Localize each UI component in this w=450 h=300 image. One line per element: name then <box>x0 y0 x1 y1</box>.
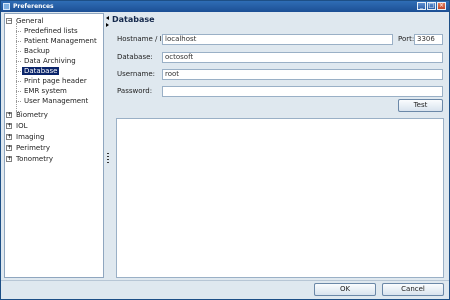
tree-item-label: IOL <box>16 122 28 130</box>
preferences-window: Preferences _ □ × − General Predefined l… <box>0 0 450 300</box>
window-title: Preferences <box>13 3 54 10</box>
tree-item-data-archiving[interactable]: Data Archiving <box>22 56 78 66</box>
database-field[interactable]: octosoft <box>162 52 443 63</box>
tree-item-biometry[interactable]: + Biometry <box>5 110 50 120</box>
collapse-icon[interactable]: − <box>6 18 12 24</box>
tree-item-label: Data Archiving <box>24 57 76 65</box>
tree-item-label: EMR system <box>24 87 67 95</box>
tree-connector <box>16 71 21 72</box>
test-output-area <box>116 118 444 278</box>
tree-item-imaging[interactable]: + Imaging <box>5 132 46 142</box>
maximize-button[interactable]: □ <box>427 2 436 10</box>
expand-icon[interactable]: + <box>6 123 12 129</box>
expand-right-icon[interactable] <box>106 23 109 27</box>
tree-item-print-page-header[interactable]: Print page header <box>22 76 89 86</box>
tree-item-label: Tonometry <box>16 155 53 163</box>
collapse-left-icon[interactable] <box>106 16 109 20</box>
tree-item-label: Predefined lists <box>24 27 78 35</box>
tree-connector <box>16 51 21 52</box>
tree-item-backup[interactable]: Backup <box>22 46 52 56</box>
database-label: Database: <box>117 53 153 61</box>
tree-item-tonometry[interactable]: + Tonometry <box>5 154 55 164</box>
tree-item-database[interactable]: Database <box>22 66 60 76</box>
app-icon <box>3 3 10 10</box>
hostname-field[interactable]: localhost <box>162 34 393 45</box>
tree-item-label: User Management <box>24 97 89 105</box>
splitter-grip-icon[interactable] <box>107 153 109 163</box>
username-field[interactable]: root <box>162 69 443 80</box>
tree-item-general[interactable]: − General <box>5 16 46 26</box>
tree-item-label: Biometry <box>16 111 48 119</box>
cancel-button[interactable]: Cancel <box>382 283 444 296</box>
panel-splitter[interactable] <box>105 13 111 278</box>
tree-item-user-management[interactable]: User Management <box>22 96 90 106</box>
tree-connector <box>16 41 21 42</box>
port-field[interactable]: 3306 <box>414 34 443 45</box>
preferences-tree: − General Predefined lists Patient Manag… <box>4 13 104 278</box>
port-label: Port: <box>398 35 415 43</box>
test-button[interactable]: Test <box>398 99 443 112</box>
footer-divider <box>1 280 449 281</box>
tree-connector <box>16 81 21 82</box>
tree-item-label: General <box>16 17 44 25</box>
tree-item-perimetry[interactable]: + Perimetry <box>5 143 52 153</box>
tree-item-iol[interactable]: + IOL <box>5 121 29 131</box>
title-bar[interactable]: Preferences _ □ × <box>1 1 449 12</box>
tree-item-patient-management[interactable]: Patient Management <box>22 36 99 46</box>
tree-connector <box>16 31 21 32</box>
page-title: Database <box>112 15 155 24</box>
tree-item-label: Database <box>22 67 60 75</box>
expand-icon[interactable]: + <box>6 134 12 140</box>
expand-icon[interactable]: + <box>6 145 12 151</box>
hostname-label: Hostname / IP: <box>117 35 169 43</box>
password-label: Password: <box>117 87 153 95</box>
tree-item-label: Print page header <box>24 77 87 85</box>
tree-item-emr-system[interactable]: EMR system <box>22 86 69 96</box>
tree-item-label: Patient Management <box>24 37 97 45</box>
minimize-button[interactable]: _ <box>417 2 426 10</box>
tree-item-predefined-lists[interactable]: Predefined lists <box>22 26 80 36</box>
expand-icon[interactable]: + <box>6 112 12 118</box>
username-label: Username: <box>117 70 156 78</box>
close-button[interactable]: × <box>437 2 446 10</box>
tree-item-label: Imaging <box>16 133 45 141</box>
tree-item-label: Perimetry <box>16 144 50 152</box>
tree-connector <box>16 101 21 102</box>
tree-connector <box>16 23 17 111</box>
expand-icon[interactable]: + <box>6 156 12 162</box>
password-field[interactable] <box>162 86 443 97</box>
ok-button[interactable]: OK <box>314 283 376 296</box>
tree-connector <box>16 91 21 92</box>
tree-connector <box>16 61 21 62</box>
tree-item-label: Backup <box>24 47 50 55</box>
